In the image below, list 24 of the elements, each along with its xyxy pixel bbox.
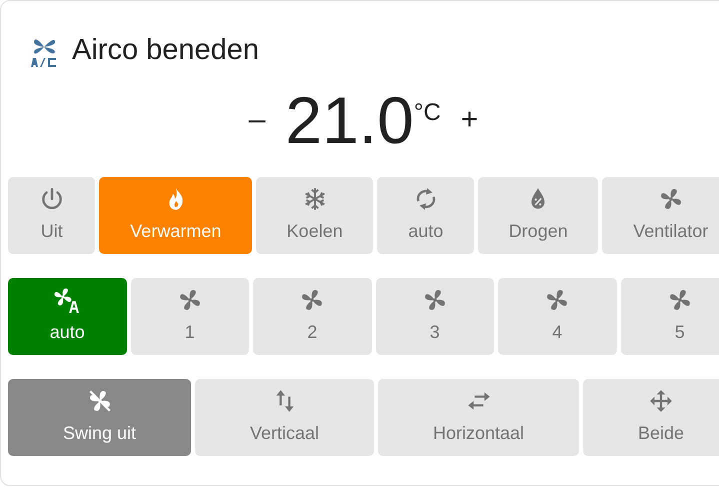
swing-button[interactable]: Verticaal <box>195 378 374 456</box>
fan-off-icon <box>86 388 112 414</box>
mode-button[interactable]: Koelen <box>256 176 374 254</box>
temperature-unit: °C <box>414 98 441 128</box>
swing-button[interactable]: Beide <box>583 378 719 456</box>
fan-speed-button[interactable]: 1 <box>130 278 249 354</box>
move-arrows-icon <box>648 388 674 414</box>
fan-speed-button[interactable]: 3 <box>376 278 494 354</box>
fan-icon <box>54 286 80 312</box>
mode-button[interactable]: Drogen <box>478 176 598 254</box>
mode-button[interactable]: auto <box>377 176 474 254</box>
mode-button[interactable]: Ventilator <box>602 176 719 254</box>
fan-speed-button[interactable]: 2 <box>253 278 372 354</box>
swing-button[interactable]: Swing uit <box>8 378 191 456</box>
mode-button[interactable]: Uit <box>8 176 96 254</box>
decrease-button[interactable]: – <box>228 104 286 134</box>
fan-speed-button[interactable]: 5 <box>620 278 719 354</box>
increase-button[interactable]: + <box>440 104 498 134</box>
swing-button[interactable]: Horizontaal <box>378 378 579 456</box>
fan-speed-button[interactable]: auto <box>8 278 126 354</box>
fan-speed-button[interactable]: 4 <box>498 278 616 354</box>
mode-button[interactable]: Verwarmen <box>99 176 252 254</box>
card-title: Airco beneden <box>72 33 260 68</box>
temperature-value: 21.0 <box>285 86 414 152</box>
